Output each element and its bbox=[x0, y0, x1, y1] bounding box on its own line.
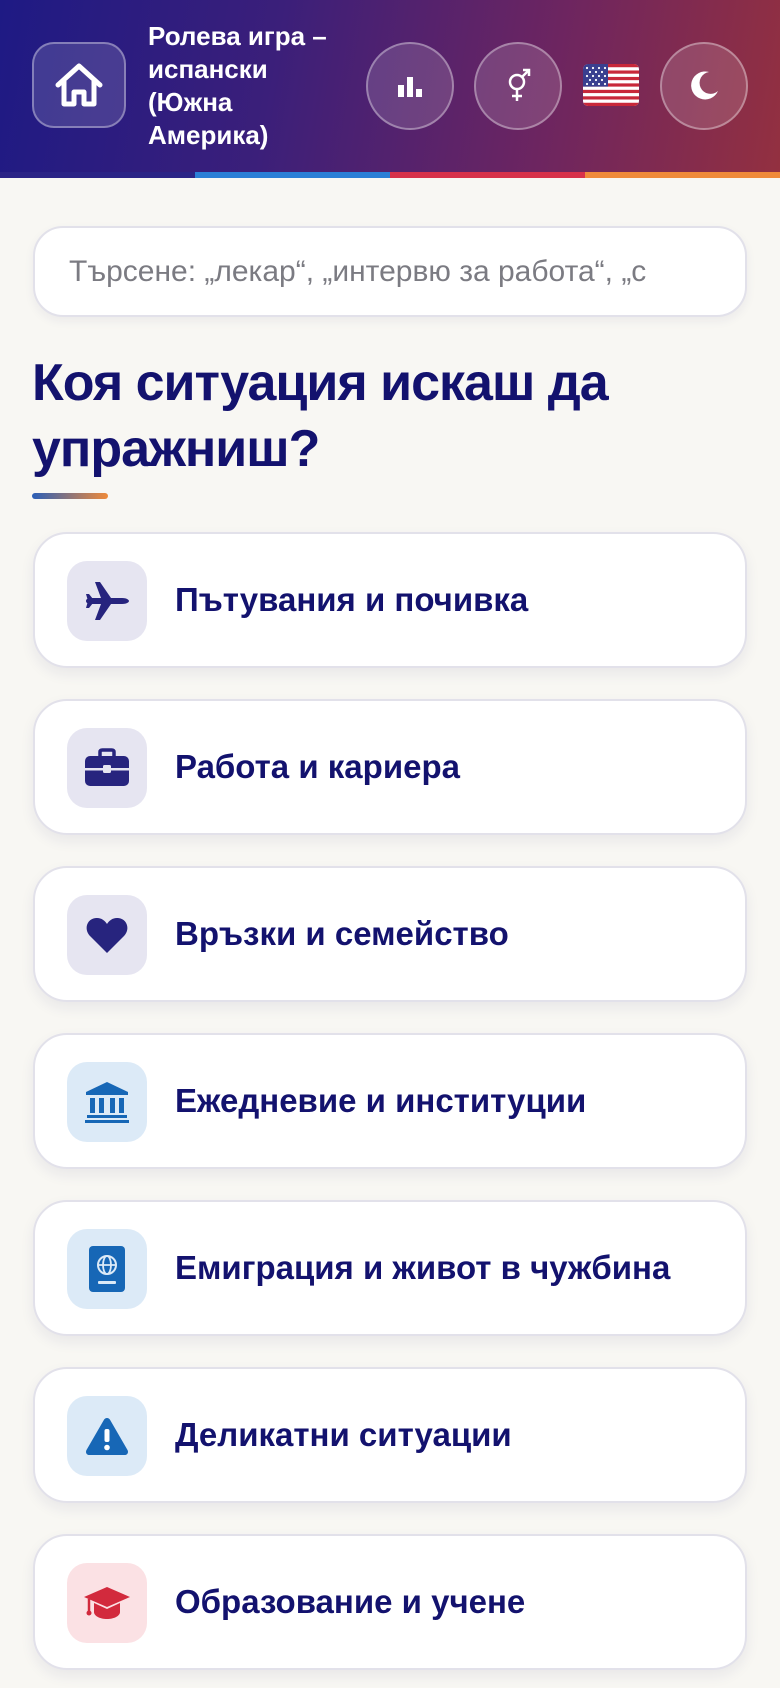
category-label: Деликатни ситуации bbox=[175, 1416, 512, 1453]
heart-icon bbox=[86, 917, 128, 953]
institution-icon bbox=[85, 1082, 129, 1123]
category-label: Емиграция и живот в чужбина bbox=[175, 1249, 671, 1286]
gender-button[interactable] bbox=[474, 42, 562, 130]
category-card-delicate[interactable]: Деликатни ситуации bbox=[33, 1367, 747, 1503]
category-icon-tile bbox=[67, 1229, 147, 1309]
category-card-travel[interactable]: Пътувания и почивка bbox=[33, 532, 747, 668]
language-flag-button[interactable] bbox=[583, 64, 639, 106]
category-card-work[interactable]: Работа и кариера bbox=[33, 699, 747, 835]
airplane-icon bbox=[86, 582, 129, 620]
category-card-relationships[interactable]: Връзки и семейство bbox=[33, 866, 747, 1002]
category-icon-tile bbox=[67, 1062, 147, 1142]
title-underline bbox=[32, 493, 108, 499]
category-icon-tile bbox=[67, 1396, 147, 1476]
app-title: Ролева игра – испански (Южна Америка) bbox=[148, 21, 327, 150]
category-label: Пътувания и почивка bbox=[175, 581, 529, 618]
category-label: Работа и кариера bbox=[175, 748, 460, 785]
passport-icon bbox=[89, 1246, 125, 1292]
graduation-cap-icon bbox=[84, 1587, 130, 1619]
header-accent-stripe bbox=[0, 172, 780, 178]
briefcase-icon bbox=[85, 748, 129, 786]
category-label: Ежедневие и институции bbox=[175, 1082, 587, 1119]
home-button[interactable] bbox=[32, 42, 126, 128]
category-card-daily-life[interactable]: Ежедневие и институции bbox=[33, 1033, 747, 1169]
moon-icon bbox=[691, 71, 718, 100]
category-label: Връзки и семейство bbox=[175, 915, 509, 952]
gender-icon bbox=[508, 68, 531, 101]
category-icon-tile bbox=[67, 728, 147, 808]
theme-toggle-button[interactable] bbox=[660, 42, 748, 130]
search-input[interactable] bbox=[67, 253, 713, 290]
stats-button[interactable] bbox=[366, 42, 454, 130]
search-box[interactable] bbox=[33, 226, 747, 317]
category-card-education[interactable]: Образование и учене bbox=[33, 1534, 747, 1670]
app-header: Ролева игра – испански (Южна Америка) bbox=[0, 0, 780, 172]
bar-chart-icon bbox=[398, 77, 422, 97]
category-icon-tile bbox=[67, 1563, 147, 1643]
category-icon-tile bbox=[67, 895, 147, 975]
us-flag-icon bbox=[583, 64, 639, 106]
category-icon-tile bbox=[67, 561, 147, 641]
home-icon bbox=[55, 63, 103, 107]
category-label: Образование и учене bbox=[175, 1583, 526, 1620]
category-card-emigration[interactable]: Емиграция и живот в чужбина bbox=[33, 1200, 747, 1336]
page-title: Коя ситуация искаш да упражниш? bbox=[32, 354, 609, 478]
warning-icon bbox=[86, 1418, 128, 1455]
